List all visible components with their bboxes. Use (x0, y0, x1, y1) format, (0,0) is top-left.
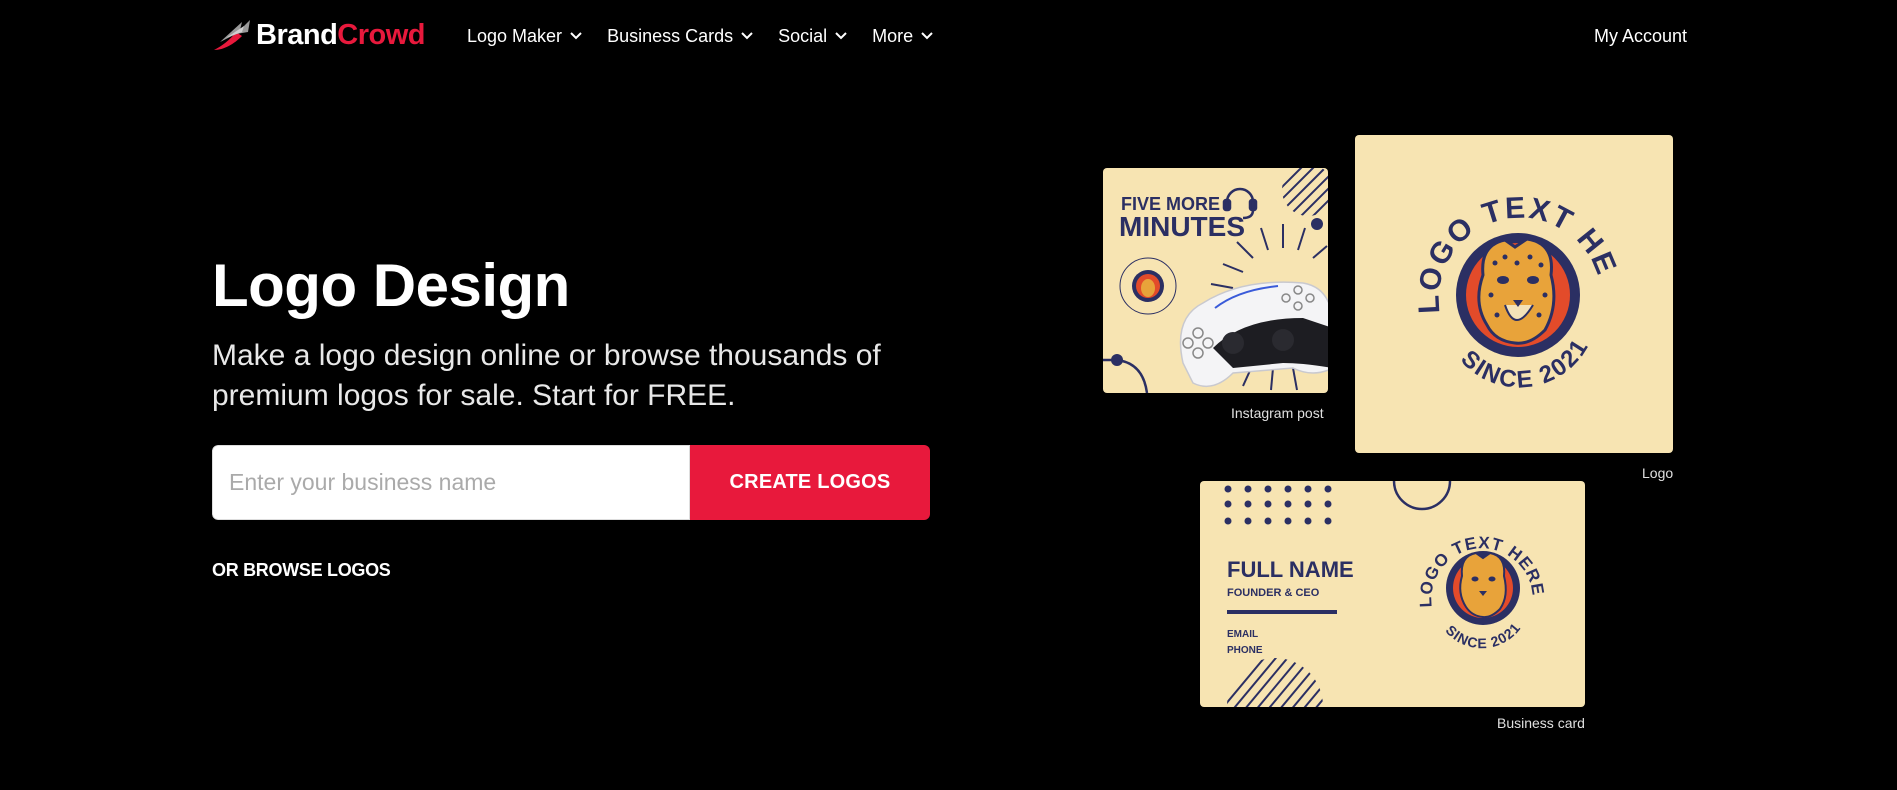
menu-business-cards[interactable]: Business Cards (607, 22, 754, 50)
business-card-artwork: FULL NAME FOUNDER & CEO EMAIL PHONE LOGO… (1224, 481, 1547, 707)
menu-business-cards-label: Business Cards (607, 25, 734, 46)
chevron-down-icon (570, 32, 582, 40)
menu-logo-maker[interactable]: Logo Maker (467, 22, 583, 50)
business-card-preview[interactable]: FULL NAME FOUNDER & CEO EMAIL PHONE LOGO… (1200, 481, 1585, 707)
top-navigation: BrandCrowd Logo Maker Business Cards Soc… (0, 0, 1897, 70)
brand-name: BrandCrowd (256, 16, 426, 54)
chevron-down-icon (741, 32, 753, 40)
logo-artwork: LOGO TEXT HERE SINCE 2021 (1355, 135, 1621, 394)
business-card-caption: Business card (1497, 715, 1585, 731)
menu-social-label: Social (778, 25, 828, 46)
menu-social[interactable]: Social (778, 22, 848, 50)
business-card-name: FULL NAME (1227, 557, 1354, 582)
hero-subtitle: Make a logo design online or browse thou… (212, 339, 881, 412)
create-logos-button[interactable]: CREATE LOGOS (690, 445, 930, 520)
business-card-phone: PHONE (1227, 645, 1263, 656)
logo-preview[interactable]: LOGO TEXT HERE SINCE 2021 (1355, 135, 1673, 453)
business-card-email: EMAIL (1227, 629, 1258, 640)
menu-more[interactable]: More (872, 22, 934, 50)
brand-name-part2: Crowd (337, 19, 426, 51)
instagram-post-artwork: FIVE MORE MINUTES (1103, 168, 1328, 393)
cheetah-icon (1477, 237, 1556, 345)
business-name-form: CREATE LOGOS (212, 445, 930, 520)
business-name-input[interactable] (212, 445, 690, 520)
instagram-post-preview[interactable]: FIVE MORE MINUTES (1103, 168, 1328, 393)
brandcrowd-mark-icon (214, 20, 250, 50)
chevron-down-icon (835, 32, 847, 40)
page-title: Logo Design (212, 252, 570, 319)
browse-logos-link[interactable]: OR BROWSE LOGOS (212, 560, 391, 581)
instagram-line2: MINUTES (1119, 211, 1245, 242)
menu-more-label: More (872, 25, 914, 46)
logo-caption: Logo (1642, 465, 1674, 481)
my-account-link[interactable]: My Account (1594, 22, 1687, 50)
brand-name-part1: Brand (256, 19, 338, 51)
menu-logo-maker-label: Logo Maker (467, 25, 563, 46)
main-menu: Logo Maker Business Cards Social More (467, 22, 958, 50)
instagram-post-caption: Instagram post (1231, 405, 1324, 421)
brand-logo[interactable]: BrandCrowd (212, 16, 426, 54)
chevron-down-icon (921, 32, 933, 40)
business-card-role: FOUNDER & CEO (1227, 587, 1320, 599)
